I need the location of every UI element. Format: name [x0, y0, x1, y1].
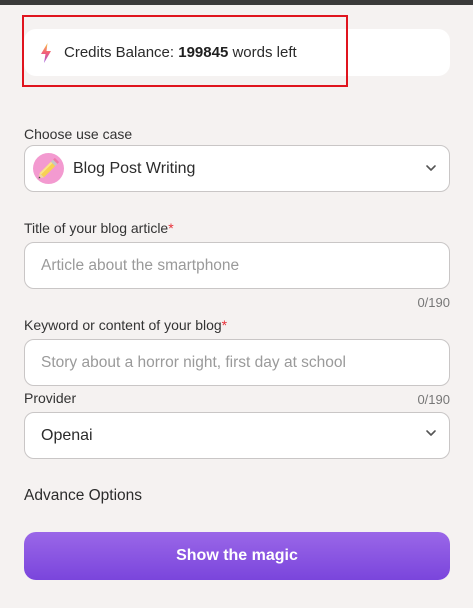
provider-selected: Openai	[41, 427, 93, 444]
provider-label: Provider	[24, 390, 77, 406]
title-field-label: Title of your blog article*	[24, 219, 174, 237]
chevron-down-icon	[426, 430, 436, 436]
chevron-down-icon	[426, 165, 436, 171]
blog-title-input[interactable]: Article about the smartphone	[24, 242, 450, 289]
use-case-selected: Blog Post Writing	[73, 160, 196, 177]
blog-title-placeholder: Article about the smartphone	[41, 257, 240, 274]
required-mark: *	[221, 317, 228, 333]
keyword-char-counter: 0/190	[417, 392, 450, 407]
keyword-field-label-text: Keyword or content of your blog	[24, 317, 222, 333]
title-field-label-text: Title of your blog article	[24, 220, 169, 236]
keyword-field-label: Keyword or content of your blog*	[24, 316, 227, 334]
lightning-bolt-icon	[41, 43, 51, 63]
use-case-select[interactable]: Blog Post Writing	[24, 145, 450, 192]
credits-value: 199845	[178, 44, 229, 61]
provider-select[interactable]: Openai	[24, 412, 450, 459]
top-bar	[0, 0, 473, 5]
blog-keyword-placeholder: Story about a horror night, first day at…	[41, 354, 346, 371]
show-the-magic-button[interactable]: Show the magic	[24, 532, 450, 580]
blog-keyword-input[interactable]: Story about a horror night, first day at…	[24, 339, 450, 386]
advance-options-toggle[interactable]: Advance Options	[24, 486, 142, 506]
credits-balance-text: Credits Balance: 199845 words left	[64, 43, 297, 63]
credits-suffix: words left	[228, 44, 297, 61]
title-char-counter: 0/190	[417, 295, 450, 310]
required-mark: *	[168, 220, 174, 236]
credits-prefix: Credits Balance:	[64, 44, 179, 61]
pencil-icon	[33, 153, 64, 184]
use-case-label: Choose use case	[24, 126, 133, 142]
